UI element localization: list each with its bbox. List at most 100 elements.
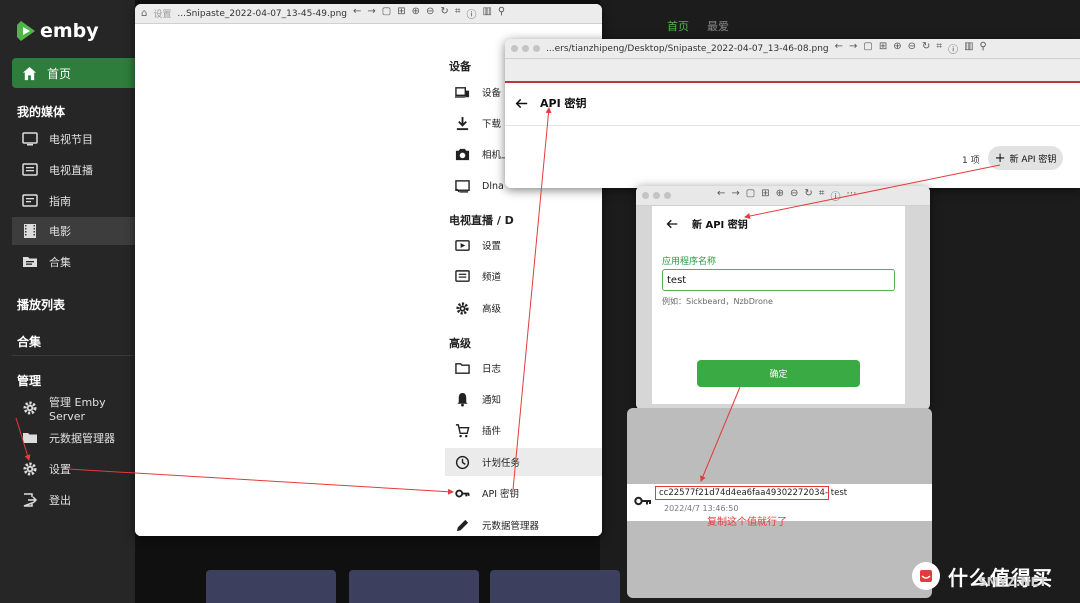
menu-item-label: 下载 — [482, 119, 502, 130]
menu-item-metadata-manager[interactable]: 元数据管理器 — [455, 511, 602, 536]
watermark-logo-icon — [912, 562, 940, 590]
crop-icon[interactable]: ⌗ — [936, 41, 942, 56]
rotate-icon[interactable]: ↻ — [804, 188, 812, 203]
tab-favorites[interactable]: 最爱 — [707, 18, 729, 34]
crop-icon[interactable]: ⌗ — [819, 188, 825, 203]
viewer-toolbar: ← → ▢ ⊞ ⊕ ⊖ ↻ ⌗ ⓘ ▥ ⚲ — [353, 6, 505, 21]
sidebar-item-live-tv[interactable]: 电视直播 — [12, 156, 135, 184]
api-key-value[interactable]: cc22577f21d74d4ea6faa49302272034 — [655, 486, 829, 500]
frame-icon[interactable]: ▢ — [746, 188, 755, 203]
menu-item-notifications[interactable]: 通知 — [455, 385, 602, 413]
viewer-toolbar: ← → ▢ ⊞ ⊕ ⊖ ↻ ⌗ ⓘ ⋯ — [717, 188, 856, 203]
menu-item-logs[interactable]: 日志 — [455, 354, 602, 382]
back-icon[interactable]: ← — [717, 188, 725, 203]
playlist-section-header[interactable]: 播放列表 — [17, 296, 65, 313]
sidebar-item-logout[interactable]: 登出 — [12, 486, 135, 514]
zoom-in-icon[interactable]: ⊕ — [776, 188, 784, 203]
guide-icon — [22, 194, 38, 207]
zoom-out-icon[interactable]: ⊖ — [426, 6, 434, 21]
sidebar-item-settings[interactable]: 设置 — [12, 455, 135, 483]
dialog-title: 新 API 密钥 — [692, 220, 748, 231]
zoom-dot[interactable] — [664, 192, 671, 199]
pin-icon[interactable]: ⚲ — [498, 6, 505, 21]
sidebar-item-label: 首页 — [47, 66, 72, 81]
media-card[interactable] — [490, 570, 620, 603]
zoom-in-icon[interactable]: ⊕ — [412, 6, 420, 21]
menu-item-plugins[interactable]: 插件 — [455, 416, 602, 444]
pin-icon[interactable]: ⚲ — [980, 41, 987, 56]
rotate-icon[interactable]: ↻ — [440, 6, 448, 21]
zoom-dot[interactable] — [533, 45, 540, 52]
grid-icon[interactable]: ⊞ — [761, 188, 769, 203]
minimize-dot[interactable] — [653, 192, 660, 199]
folder-icon — [455, 362, 470, 374]
info-icon[interactable]: ⓘ — [466, 6, 476, 21]
sidebar-item-guide[interactable]: 指南 — [12, 187, 135, 215]
grid-icon[interactable]: ⊞ — [879, 41, 887, 56]
viewer-titlebar: ← → ▢ ⊞ ⊕ ⊖ ↻ ⌗ ⓘ ⋯ — [636, 186, 930, 206]
new-api-key-dialog: 新 API 密钥 应用程序名称 例如：Sickbeard，NzbDrone 确定 — [652, 206, 905, 404]
sidebar-item-manage-server[interactable]: 管理 Emby Server — [12, 394, 135, 423]
menu-item-channels[interactable]: 频道 — [455, 262, 602, 290]
sidebar-item-label: 电视节目 — [49, 133, 93, 146]
home-icon[interactable]: ⌂ — [141, 8, 147, 19]
frame-icon[interactable]: ▢ — [382, 6, 391, 21]
menu-item-label: Dlna — [482, 180, 504, 192]
sidebar-toggle-icon[interactable]: ▥ — [964, 41, 973, 56]
info-icon[interactable]: ⓘ — [830, 188, 840, 203]
forward-icon[interactable]: → — [849, 41, 857, 56]
forward-icon[interactable]: → — [731, 188, 739, 203]
app-name-hint: 例如：Sickbeard，NzbDrone — [662, 297, 773, 306]
crop-icon[interactable]: ⌗ — [455, 6, 461, 21]
back-icon[interactable]: ← — [835, 41, 843, 56]
logout-icon — [23, 493, 38, 507]
menu-item-livetv-settings[interactable]: 设置 — [455, 231, 602, 259]
image-viewer-window-new-key: ← → ▢ ⊞ ⊕ ⊖ ↻ ⌗ ⓘ ⋯ 新 API 密钥 应用程序名称 例如：S… — [636, 186, 930, 410]
menu-item-api-keys[interactable]: API 密钥 — [455, 479, 602, 507]
app-name-input[interactable] — [662, 269, 895, 291]
back-icon[interactable]: ← — [353, 6, 361, 21]
media-card[interactable] — [206, 570, 336, 603]
menu-item-label: 日志 — [482, 364, 502, 375]
menu-section-live-tv: 电视直播 / D — [449, 214, 514, 227]
menu-item-scheduled-tasks[interactable]: 计划任务 — [445, 448, 602, 476]
close-dot[interactable] — [642, 192, 649, 199]
viewer-titlebar: ⌂ 设置 ...Snipaste_2022-04-07_13-45-49.png… — [135, 4, 602, 24]
grid-icon[interactable]: ⊞ — [397, 6, 405, 21]
gear-icon — [23, 462, 37, 476]
menu-item-livetv-advanced[interactable]: 高级 — [455, 294, 602, 322]
viewer-titlebar: ...ers/tianzhipeng/Desktop/Snipaste_2022… — [505, 39, 1080, 59]
new-api-key-button[interactable]: + 新 API 密钥 — [988, 146, 1063, 170]
forward-icon[interactable]: → — [367, 6, 375, 21]
info-icon[interactable]: ⓘ — [948, 41, 958, 56]
emby-logo[interactable]: emby — [16, 20, 99, 42]
emby-logo-text: emby — [40, 20, 99, 42]
tab-home[interactable]: 首页 — [667, 18, 689, 34]
sidebar-toggle-icon[interactable]: ▥ — [482, 6, 491, 21]
media-card[interactable] — [349, 570, 479, 603]
sidebar-item-collections[interactable]: 合集 — [12, 248, 135, 276]
zoom-in-icon[interactable]: ⊕ — [893, 41, 901, 56]
sidebar-item-home[interactable]: 首页 — [12, 58, 135, 88]
collection-section-header[interactable]: 合集 — [17, 333, 41, 350]
zoom-out-icon[interactable]: ⊖ — [908, 41, 916, 56]
minimize-dot[interactable] — [522, 45, 529, 52]
back-arrow-icon[interactable] — [666, 218, 678, 230]
menu-item-label: API 密钥 — [482, 489, 520, 500]
zoom-out-icon[interactable]: ⊖ — [790, 188, 798, 203]
sidebar-item-tv-shows[interactable]: 电视节目 — [12, 125, 135, 153]
page-title: API 密钥 — [540, 97, 587, 110]
back-arrow-icon[interactable] — [515, 97, 528, 110]
sidebar-item-label: 指南 — [49, 195, 71, 208]
close-dot[interactable] — [511, 45, 518, 52]
sidebar-item-movies[interactable]: 电影 — [12, 217, 135, 245]
viewer-filename: ...Snipaste_2022-04-07_13-45-49.png — [177, 8, 348, 19]
confirm-button[interactable]: 确定 — [697, 360, 860, 387]
more-icon[interactable]: ⋯ — [846, 188, 856, 203]
camera-icon — [455, 148, 470, 160]
frame-icon[interactable]: ▢ — [863, 41, 872, 56]
rotate-icon[interactable]: ↻ — [922, 41, 930, 56]
film-icon — [24, 224, 36, 238]
window-controls — [642, 192, 671, 199]
sidebar-item-metadata-manager[interactable]: 元数据管理器 — [12, 424, 135, 452]
